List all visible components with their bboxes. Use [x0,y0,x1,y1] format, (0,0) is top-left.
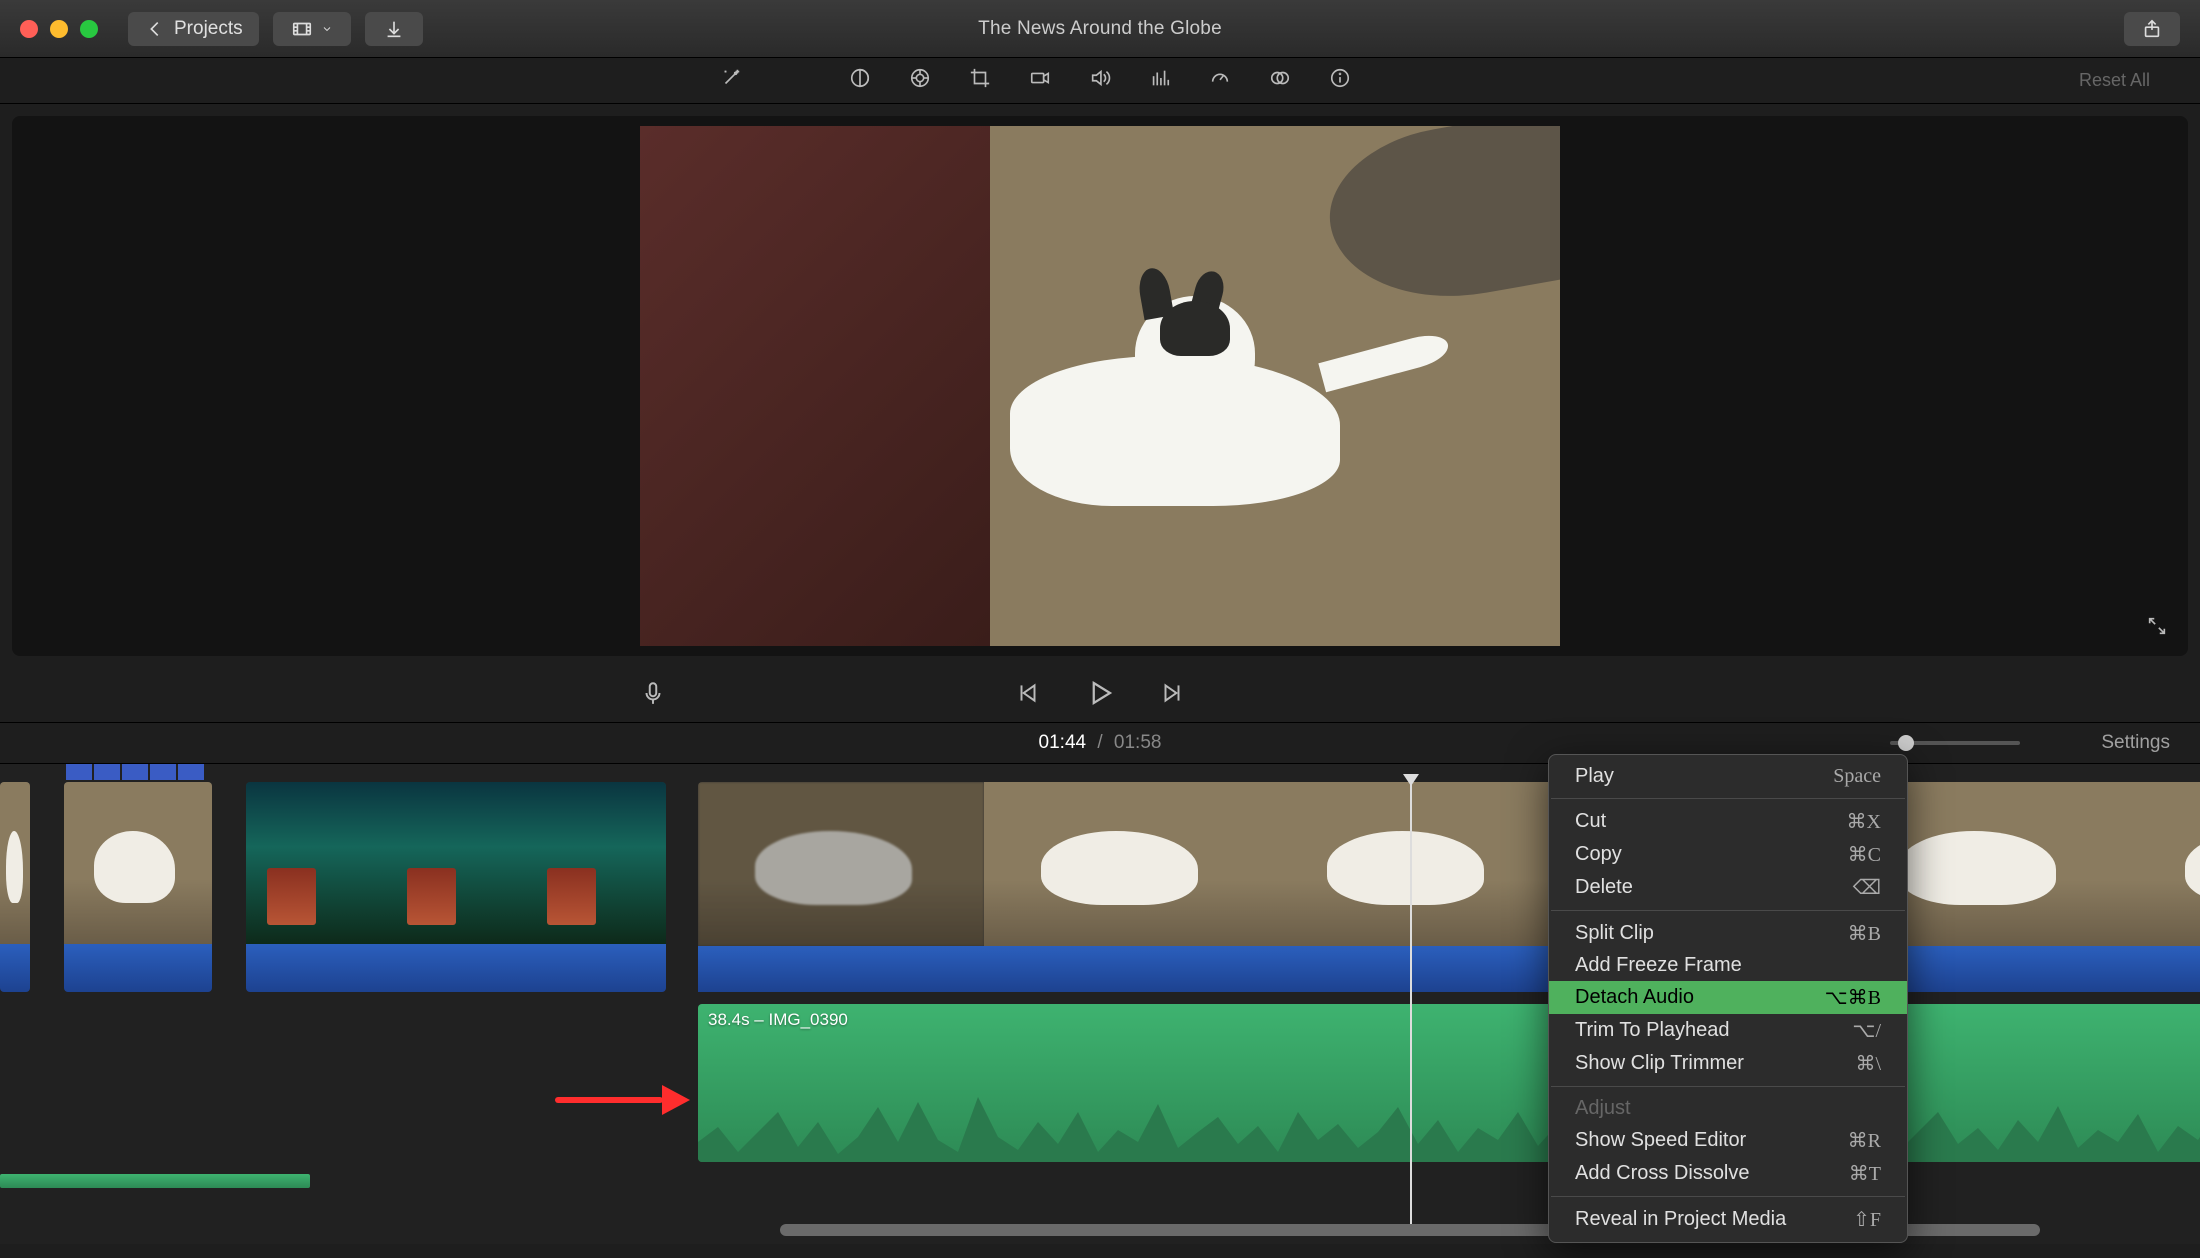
timeline-clip[interactable] [0,782,30,992]
window-titlebar: Projects The News Around the Globe [0,0,2200,58]
share-button[interactable] [2124,12,2180,46]
minimize-window-button[interactable] [50,20,68,38]
download-icon [383,18,405,40]
ctx-split-clip[interactable]: Split Clip⌘B [1549,917,1907,950]
ctx-add-cross-dissolve[interactable]: Add Cross Dissolve⌘T [1549,1157,1907,1190]
detached-audio-label: 38.4s – IMG_0390 [708,1010,848,1030]
ctx-add-freeze-frame[interactable]: Add Freeze Frame [1549,950,1907,981]
ctx-cut[interactable]: Cut⌘X [1549,805,1907,838]
timeline-settings-button[interactable]: Settings [2101,732,2170,754]
skip-forward-icon [1159,680,1185,706]
annotation-arrow [555,1090,690,1110]
chevron-left-icon [144,18,166,40]
window-title: The News Around the Globe [978,18,1222,40]
fullscreen-icon [2146,615,2168,637]
speed-adjust-button[interactable] [1209,67,1231,94]
chevron-down-icon [321,18,333,40]
timeline-clip[interactable] [246,782,666,992]
import-button[interactable] [365,12,423,46]
projects-label: Projects [174,18,243,40]
contrast-icon [849,67,871,89]
timecode-display: 01:44 / 01:58 [1039,732,1162,754]
volume-adjust-button[interactable] [1089,67,1111,94]
prev-frame-button[interactable] [1015,680,1041,711]
enhance-button[interactable] [720,67,742,94]
ctx-detach-audio[interactable]: Detach Audio⌥⌘B [1549,981,1907,1014]
overlay-adjust-button[interactable] [1269,67,1291,94]
equalizer-icon [1149,67,1171,89]
ctx-delete[interactable]: Delete⌫ [1549,871,1907,904]
traffic-lights [20,20,98,38]
clip-markers[interactable] [66,764,206,780]
audio-track-stub[interactable] [0,1174,310,1188]
current-time: 01:44 [1039,732,1087,753]
overlay-icon [1269,67,1291,89]
timeline-zoom-slider[interactable] [1890,741,2020,745]
color-wheel-icon [909,67,931,89]
audio-waveform [698,1082,2200,1162]
detached-audio-clip[interactable]: 38.4s – IMG_0390 [698,1004,2200,1162]
projects-back-button[interactable]: Projects [128,12,259,46]
info-button[interactable] [1329,67,1351,94]
preview-frame [640,126,1560,646]
share-icon [2141,18,2163,40]
volume-icon [1089,67,1111,89]
contrast-adjust-button[interactable] [849,67,871,94]
clip-context-menu: PlaySpace Cut⌘X Copy⌘C Delete⌫ Split Cli… [1548,754,1908,1243]
reset-all-button[interactable]: Reset All [2079,70,2150,91]
ctx-show-clip-trimmer[interactable]: Show Clip Trimmer⌘\ [1549,1047,1907,1080]
wand-icon [720,67,742,89]
play-button[interactable] [1085,678,1115,713]
voiceover-button[interactable] [640,680,666,711]
crop-adjust-button[interactable] [969,67,991,94]
play-icon [1085,678,1115,708]
ctx-trim-to-playhead[interactable]: Trim To Playhead⌥/ [1549,1014,1907,1047]
filmstrip-icon [291,18,313,40]
fullscreen-button[interactable] [2146,615,2168,642]
ctx-adjust: Adjust [1549,1093,1907,1124]
close-window-button[interactable] [20,20,38,38]
stabilize-button[interactable] [1029,67,1051,94]
zoom-window-button[interactable] [80,20,98,38]
ctx-copy[interactable]: Copy⌘C [1549,838,1907,871]
clip-appearance-button[interactable] [273,12,351,46]
info-icon [1329,67,1351,89]
color-adjust-button[interactable] [909,67,931,94]
timeline-clip[interactable] [64,782,212,992]
camera-icon [1029,67,1051,89]
total-time: 01:58 [1114,732,1162,753]
adjust-toolbar: Reset All [0,58,2200,104]
ctx-play[interactable]: PlaySpace [1549,761,1907,792]
crop-icon [969,67,991,89]
timeline-selected-clip[interactable]: 38.4s – IMG_0390 [698,782,2200,1162]
transport-controls [0,668,2200,722]
noise-reduce-button[interactable] [1149,67,1171,94]
ctx-reveal-in-project-media[interactable]: Reveal in Project Media⇧F [1549,1203,1907,1236]
microphone-icon [640,680,666,706]
ctx-show-speed-editor[interactable]: Show Speed Editor⌘R [1549,1124,1907,1157]
skip-back-icon [1015,680,1041,706]
playhead[interactable] [1410,774,1412,1234]
preview-viewer[interactable] [12,116,2188,656]
speedometer-icon [1209,67,1231,89]
time-separator: / [1097,732,1102,753]
next-frame-button[interactable] [1159,680,1185,711]
